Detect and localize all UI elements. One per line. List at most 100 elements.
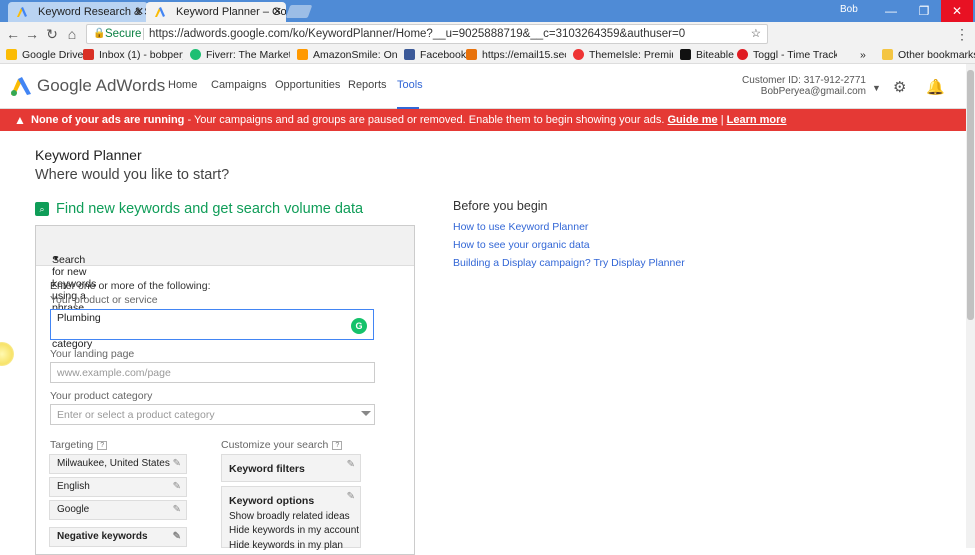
forward-arrow-icon[interactable]: → bbox=[23, 25, 41, 43]
adwords-favicon-icon bbox=[17, 7, 27, 17]
landing-page-input[interactable]: www.example.com/page bbox=[50, 362, 375, 383]
keyword-option: Hide keywords in my account bbox=[229, 525, 360, 536]
notifications-bell-icon[interactable]: 🔔 bbox=[926, 78, 945, 96]
edit-pencil-icon[interactable]: ✎ bbox=[173, 501, 181, 519]
bookmark-amazonsmile[interactable]: AmazonSmile: Online bbox=[297, 47, 397, 63]
reload-icon[interactable]: ↻ bbox=[43, 25, 61, 43]
amazon-icon bbox=[297, 49, 308, 60]
customer-id: Customer ID: 317-912-2771 bbox=[742, 75, 866, 86]
form-intro: Enter one or more of the following: bbox=[50, 280, 211, 292]
folder-icon bbox=[882, 49, 893, 60]
nav-opportunities[interactable]: Opportunities bbox=[275, 79, 340, 91]
edit-pencil-icon[interactable]: ✎ bbox=[347, 458, 355, 473]
url-text[interactable]: https://adwords.google.com/ko/KeywordPla… bbox=[149, 25, 685, 43]
ads-paused-alert: ▲ None of your ads are running - Your ca… bbox=[0, 109, 966, 131]
close-tab-icon[interactable]: ✕ bbox=[273, 2, 282, 22]
alert-message: None of your ads are running - Your camp… bbox=[31, 114, 787, 126]
brand-name: Google AdWords bbox=[37, 76, 166, 95]
help-icon[interactable]: ? bbox=[97, 441, 108, 450]
window-close-button[interactable]: ✕ bbox=[941, 0, 973, 22]
targeting-location[interactable]: Milwaukee, United States ✎ bbox=[49, 454, 187, 474]
targeting-language[interactable]: English ✎ bbox=[49, 477, 187, 497]
new-tab-button[interactable] bbox=[285, 5, 313, 18]
before-you-begin-title: Before you begin bbox=[453, 199, 548, 213]
product-label: Your product or service bbox=[50, 294, 158, 306]
grammarly-icon[interactable]: G bbox=[351, 318, 367, 334]
divider bbox=[143, 28, 144, 40]
page-subtitle: Where would you like to start? bbox=[35, 167, 230, 183]
how-to-use-link[interactable]: How to use Keyword Planner bbox=[453, 221, 588, 233]
close-tab-icon[interactable]: ✕ bbox=[135, 2, 144, 22]
home-icon[interactable]: ⌂ bbox=[63, 25, 81, 43]
bookmark-themeisle[interactable]: ThemeIsle: Premium bbox=[573, 47, 673, 63]
search-icon: ⌕ bbox=[35, 202, 49, 216]
nav-campaigns[interactable]: Campaigns bbox=[211, 79, 267, 91]
bookmark-toggl[interactable]: Toggl - Time Tracker bbox=[737, 47, 837, 63]
bookmark-fiverr[interactable]: Fiverr: The Marketpla bbox=[190, 47, 290, 63]
chevron-down-icon[interactable] bbox=[361, 411, 371, 416]
browser-tab[interactable]: Keyword Research & Stra ✕ bbox=[8, 2, 148, 22]
minimize-button[interactable]: — bbox=[875, 0, 907, 22]
settings-gear-icon[interactable]: ⚙ bbox=[893, 78, 906, 96]
section-title[interactable]: Find new keywords and get search volume … bbox=[56, 201, 363, 217]
scrollbar-thumb[interactable] bbox=[967, 70, 974, 320]
bookmark-star-icon[interactable]: ☆ bbox=[751, 25, 761, 43]
email-icon bbox=[466, 49, 477, 60]
warning-icon: ▲ bbox=[14, 113, 26, 127]
nav-reports[interactable]: Reports bbox=[348, 79, 387, 91]
lock-icon: 🔒 bbox=[93, 28, 106, 39]
keyword-option: Hide keywords in my plan bbox=[229, 539, 343, 551]
keyword-options[interactable]: Keyword options Show broadly related ide… bbox=[221, 486, 361, 551]
window-user-label[interactable]: Bob bbox=[840, 4, 858, 15]
panel-header[interactable]: ▼ Search for new keywords using a phrase,… bbox=[36, 226, 414, 350]
browser-tab-bar: Keyword Research & Stra ✕ Keyword Planne… bbox=[0, 0, 975, 22]
nav-home[interactable]: Home bbox=[168, 79, 197, 91]
landing-page-label: Your landing page bbox=[50, 348, 135, 360]
product-service-input[interactable]: Plumbing bbox=[50, 309, 374, 340]
nav-tools[interactable]: Tools bbox=[397, 79, 423, 91]
bookmark-inbox[interactable]: Inbox (1) - bobperyea bbox=[83, 47, 183, 63]
edit-pencil-icon[interactable]: ✎ bbox=[173, 528, 181, 546]
help-icon[interactable]: ? bbox=[332, 441, 343, 450]
browser-tab-active[interactable]: Keyword Planner – Goog ✕ bbox=[146, 2, 286, 22]
bookmark-facebook[interactable]: Facebook bbox=[404, 47, 466, 63]
fiverr-icon bbox=[190, 49, 201, 60]
bookmark-email[interactable]: https://email15.secur bbox=[466, 47, 566, 63]
bookmark-biteable[interactable]: Biteable bbox=[680, 47, 734, 63]
display-planner-link[interactable]: Building a Display campaign? Try Display… bbox=[453, 257, 685, 269]
account-dropdown-icon[interactable]: ▼ bbox=[872, 83, 881, 93]
tab-title: Keyword Research & Stra bbox=[38, 6, 148, 18]
mouse-cursor-highlight bbox=[0, 342, 14, 366]
google-drive-icon bbox=[6, 49, 17, 60]
adwords-logo-icon bbox=[11, 77, 31, 96]
other-bookmarks[interactable]: Other bookmarks bbox=[882, 47, 975, 63]
maximize-button[interactable]: ❐ bbox=[908, 0, 940, 22]
secure-label: Secure bbox=[105, 28, 142, 40]
adwords-favicon-icon bbox=[155, 7, 165, 17]
edit-pencil-icon[interactable]: ✎ bbox=[173, 478, 181, 496]
bookmark-google-drive[interactable]: Google Drive bbox=[6, 47, 83, 63]
account-email: BobPeryea@gmail.com bbox=[760, 86, 866, 97]
learn-more-link[interactable]: Learn more bbox=[727, 114, 787, 126]
negative-keywords[interactable]: Negative keywords ✎ bbox=[49, 527, 187, 547]
address-toolbar: ← → ↻ ⌂ 🔒 Secure https://adwords.google.… bbox=[0, 22, 975, 62]
tab-title: Keyword Planner – Goog bbox=[176, 6, 286, 18]
keyword-filters[interactable]: Keyword filters ✎ bbox=[221, 454, 361, 482]
product-category-select[interactable]: Enter or select a product category bbox=[50, 404, 375, 425]
keyword-option: Show broadly related ideas bbox=[229, 510, 350, 522]
gmail-icon bbox=[83, 49, 94, 60]
edit-pencil-icon[interactable]: ✎ bbox=[173, 455, 181, 473]
facebook-icon bbox=[404, 49, 415, 60]
organic-data-link[interactable]: How to see your organic data bbox=[453, 239, 590, 251]
bookmarks-bar: Google Drive Inbox (1) - bobperyea Fiver… bbox=[0, 46, 975, 64]
back-arrow-icon[interactable]: ← bbox=[4, 25, 22, 43]
address-bar[interactable]: 🔒 Secure https://adwords.google.com/ko/K… bbox=[86, 24, 768, 44]
account-info[interactable]: Customer ID: 317-912-2771 BobPeryea@gmai… bbox=[742, 75, 866, 97]
guide-me-link[interactable]: Guide me bbox=[668, 114, 718, 126]
customize-label: Customize your search? bbox=[221, 439, 343, 451]
menu-icon[interactable]: ⋮ bbox=[953, 25, 971, 43]
bookmarks-overflow-icon[interactable]: » bbox=[860, 47, 866, 63]
targeting-network[interactable]: Google ✎ bbox=[49, 500, 187, 520]
product-category-label: Your product category bbox=[50, 390, 153, 402]
edit-pencil-icon[interactable]: ✎ bbox=[347, 490, 355, 505]
